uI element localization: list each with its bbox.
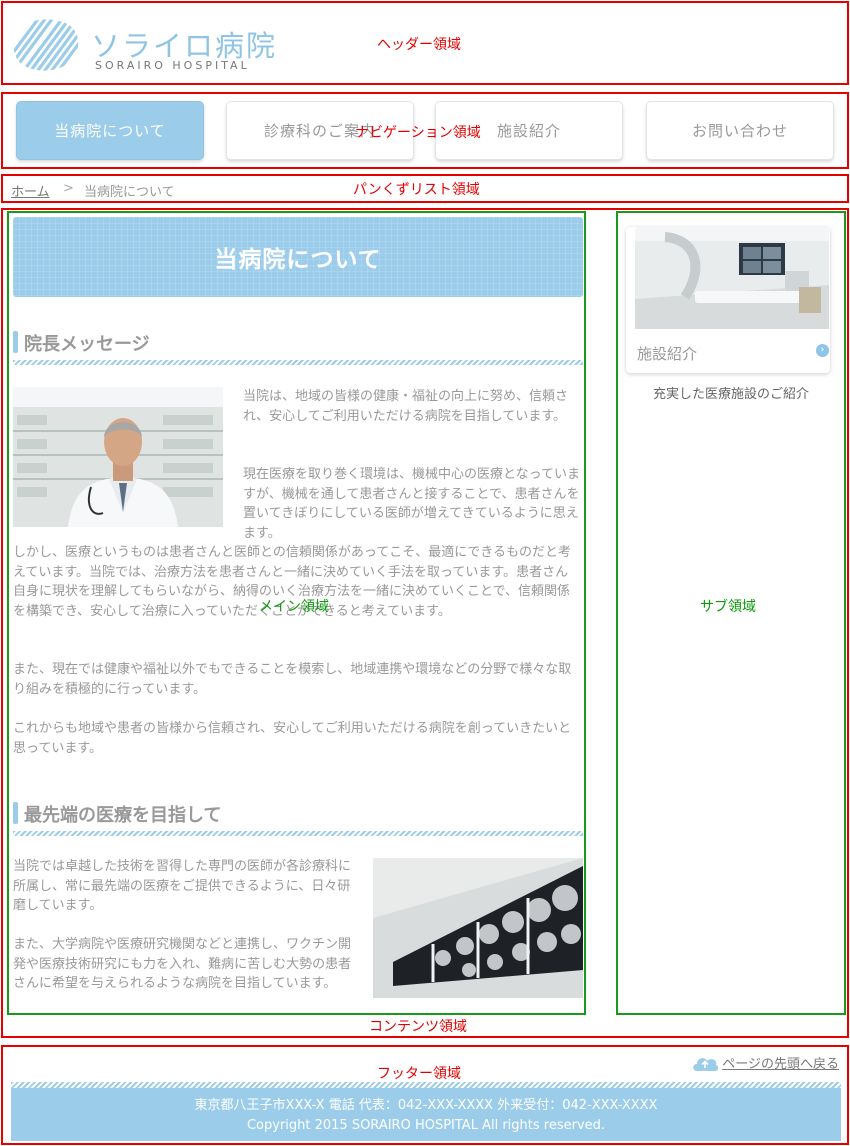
nav-region-label: ナビゲーション領域 — [355, 125, 481, 141]
director-message-paragraph-4: また、現在では健康や福祉以外でもできることを模索し、地域連携や環境などの分野で様… — [13, 662, 572, 697]
breadcrumb-home-link[interactable]: ホーム — [11, 181, 50, 200]
footer-region-label: フッター領域 — [377, 1066, 461, 1082]
facility-card-label: 施設紹介 — [637, 345, 698, 363]
logo-english-name: SORAIRO HOSPITAL — [95, 59, 250, 72]
contents-region-label: コンテンツ領域 — [369, 1019, 467, 1035]
footer-copyright: Copyright 2015 SORAIRO HOSPITAL All righ… — [246, 1118, 606, 1133]
page-top-text: ページの先頭へ戻る — [722, 1057, 839, 1072]
advanced-medicine-paragraph-2: また、大学病院や医療研究機関などと連携し、ワクチン開発や医療技術研究にも力を入れ… — [13, 937, 352, 991]
page-top-link[interactable]: ページの先頭へ戻る — [691, 1053, 839, 1072]
footer-info-box: 東京都八王子市XXX-X 電話 代表：042-XXX-XXXX 外来受付：042… — [11, 1088, 841, 1141]
sub-region: 施設紹介 › 充実した医療施設のご紹介 サブ領域 — [616, 211, 846, 1015]
footer-region: ページの先頭へ戻る 東京都八王子市XXX-X 電話 代表：042-XXX-XXX… — [1, 1045, 849, 1145]
breadcrumb-separator: > — [63, 181, 74, 196]
cloud-up-icon — [693, 1057, 719, 1071]
main-region-label: メイン領域 — [259, 599, 329, 615]
header-region: ソライロ病院 SORAIRO HOSPITAL ヘッダー領域 — [1, 1, 849, 85]
heading-accent-bar — [13, 802, 18, 824]
sub-region-label: サブ領域 — [700, 599, 756, 615]
contents-region: 当病院について 院長メッセージ 当院は、地域の皆様の健康・福祉の向上に努め、信頼… — [1, 208, 849, 1038]
director-photo — [13, 387, 223, 527]
heading-accent-bar — [13, 331, 18, 353]
heading-stripe-divider — [13, 831, 583, 836]
director-message-paragraph-2: 現在医療を取り巻く環境は、機械中心の医療となっていますが、機械を通して患者さんと… — [243, 467, 580, 541]
director-message-paragraph-5: これからも地域や患者の皆様から信頼され、安心してご利用いただける病院を創っていき… — [13, 721, 572, 756]
section-heading-director-message: 院長メッセージ — [13, 327, 583, 365]
advanced-medicine-paragraph-1: 当院では卓越した技術を習得した専門の医師が各診療科に所属し、常に最先端の医療をご… — [13, 859, 352, 913]
site-logo[interactable]: ソライロ病院 SORAIRO HOSPITAL — [11, 19, 281, 79]
xray-viewer-photo — [373, 858, 583, 998]
facility-photo — [635, 227, 829, 329]
nav-item-contact[interactable]: お問い合わせ — [646, 101, 834, 160]
section-heading-text: 最先端の医療を目指して — [24, 805, 222, 826]
facility-banner-card[interactable]: 施設紹介 › — [626, 227, 830, 373]
header-region-label: ヘッダー領域 — [377, 37, 461, 53]
section-heading-text: 院長メッセージ — [24, 334, 150, 355]
main-region: 当病院について 院長メッセージ 当院は、地域の皆様の健康・福祉の向上に努め、信頼… — [7, 211, 586, 1015]
facility-caption: 充実した医療施設のご紹介 — [652, 387, 809, 402]
section-heading-advanced-medicine: 最先端の医療を目指して — [13, 798, 583, 836]
page-title: 当病院について — [13, 217, 583, 297]
heading-stripe-divider — [13, 360, 583, 365]
global-navigation: 当病院について 診療科のご案内 施設紹介 お問い合わせ ナビゲーション領域 — [1, 92, 849, 169]
nav-item-about[interactable]: 当病院について — [16, 101, 204, 160]
logo-mark-icon — [13, 19, 79, 71]
director-message-paragraph-1: 当院は、地域の皆様の健康・福祉の向上に努め、信頼され、安心してご利用いただける病… — [243, 389, 569, 424]
breadcrumb-region-label: パンくずリスト領域 — [353, 182, 480, 198]
breadcrumb-current: 当病院について — [84, 185, 175, 200]
footer-address: 東京都八王子市XXX-X 電話 代表：042-XXX-XXXX 外来受付：042… — [194, 1098, 658, 1113]
arrow-right-icon: › — [816, 344, 829, 357]
breadcrumb: ホーム > 当病院について パンくずリスト領域 — [1, 174, 849, 203]
